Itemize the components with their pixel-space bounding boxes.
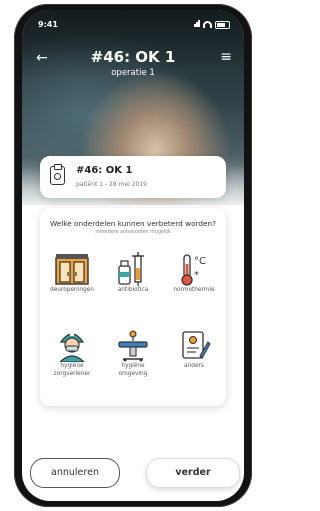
battery-icon <box>215 20 230 29</box>
svg-text:*: * <box>194 270 199 281</box>
option-normothermie[interactable]: °C * normothermie <box>164 252 224 294</box>
option-label: anders <box>184 363 204 369</box>
wifi-icon <box>203 21 212 28</box>
app-screen: 9:41 ← #46: OK 1 ≡ operatie 1 #46: OK 1 … <box>22 10 244 501</box>
page-title: #46: OK 1 <box>90 48 176 66</box>
thermometer-icon: °C * <box>176 252 212 286</box>
option-label: deuropeningen <box>50 287 94 293</box>
page-subtitle: operatie 1 <box>111 68 155 78</box>
status-bar: 9:41 <box>38 20 230 32</box>
question-hint: meerdere antwoorden mogelijk <box>95 230 171 235</box>
cancel-button[interactable]: annuleren <box>30 458 120 488</box>
signal-icon <box>194 20 200 29</box>
next-button[interactable]: verder <box>146 458 240 488</box>
doors-icon <box>54 252 90 286</box>
option-label-line2: zorgverlener <box>53 371 91 377</box>
option-hygiene-omgeving[interactable]: hygiëne omgeving <box>103 328 163 378</box>
clipboard-icon <box>50 164 65 185</box>
status-time: 9:41 <box>38 20 58 29</box>
menu-icon[interactable]: ≡ <box>220 49 232 65</box>
option-label: normothermie <box>173 287 215 293</box>
options-card: Welke onderdelen kunnen verbeterd worden… <box>40 208 226 406</box>
antibiotics-icon <box>115 252 151 286</box>
option-anders[interactable]: anders <box>164 328 224 370</box>
option-label-line1: hygiëne <box>60 363 84 369</box>
option-antibiotica[interactable]: antibiotica <box>103 252 163 294</box>
svg-text:°C: °C <box>194 256 206 267</box>
notepad-icon <box>176 328 212 362</box>
operating-table-icon <box>115 328 151 362</box>
option-deuropeningen[interactable]: deuropeningen <box>42 252 102 294</box>
caregiver-icon <box>54 328 90 363</box>
option-label-line2: omgeving <box>118 371 148 377</box>
option-label-line1: hygiëne <box>121 363 145 369</box>
option-hygiene-zorgverlener[interactable]: hygiëne zorgverlener <box>42 328 102 378</box>
patient-title: #46: OK 1 <box>76 165 133 176</box>
question-text: Welke onderdelen kunnen verbeterd worden… <box>49 219 217 228</box>
patient-meta: patiënt 1 - 28 mei 2019 <box>76 181 147 188</box>
patient-card[interactable]: #46: OK 1 patiënt 1 - 28 mei 2019 <box>40 156 226 198</box>
top-nav: ← #46: OK 1 ≡ operatie 1 <box>22 48 244 78</box>
option-label: antibiotica <box>117 287 149 293</box>
